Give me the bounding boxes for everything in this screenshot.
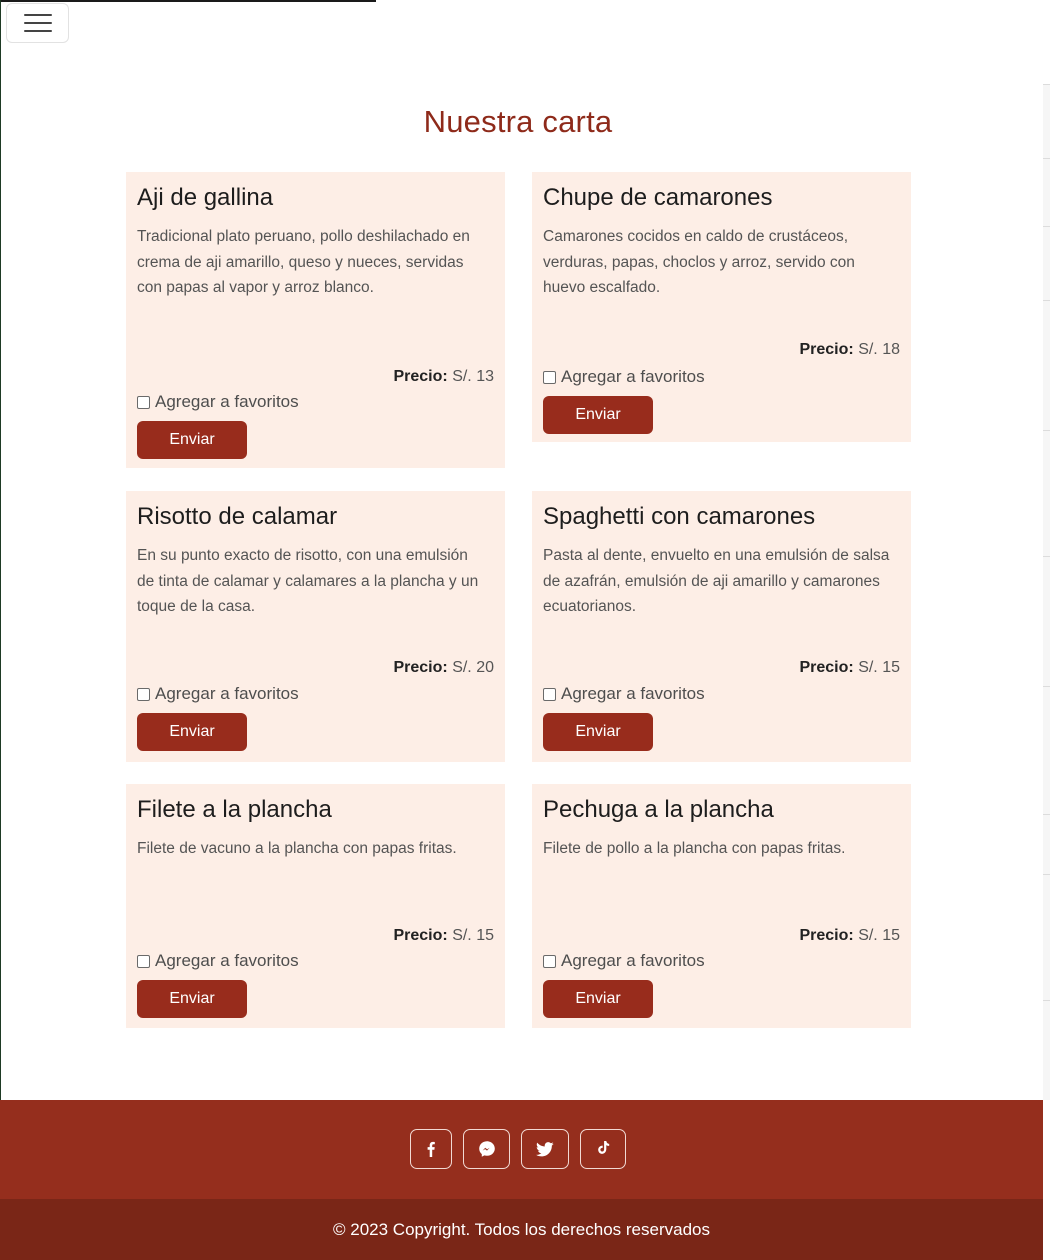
- send-button[interactable]: Enviar: [137, 980, 247, 1018]
- checkbox-box[interactable]: [543, 954, 556, 968]
- price-value: S/. 18: [858, 341, 900, 358]
- dish-description: En su punto exacto de risotto, con una e…: [137, 547, 479, 615]
- checkbox-box[interactable]: [137, 687, 150, 701]
- twitter-icon: [536, 1141, 554, 1156]
- favorite-label: Agregar a favoritos: [155, 684, 299, 703]
- dish-price: Precio: S/. 13: [393, 368, 494, 386]
- send-button[interactable]: Enviar: [137, 421, 247, 459]
- dish-price: Precio: S/. 20: [393, 659, 494, 677]
- menu-card: Aji de gallina Tradicional plato peruano…: [126, 172, 505, 468]
- dish-description: Pasta al dente, envuelto en una emulsión…: [543, 547, 890, 615]
- tiktok-button[interactable]: [580, 1129, 626, 1169]
- footer-social-bar: [0, 1100, 1043, 1199]
- favorite-checkbox[interactable]: Agregar a favoritos: [543, 951, 705, 971]
- price-value: S/. 13: [452, 368, 494, 385]
- dish-description: Camarones cocidos en caldo de crustáceos…: [543, 228, 855, 296]
- twitter-button[interactable]: [521, 1129, 569, 1169]
- menu-card: Spaghetti con camarones Pasta al dente, …: [532, 491, 911, 762]
- send-button[interactable]: Enviar: [137, 713, 247, 751]
- favorite-label: Agregar a favoritos: [155, 392, 299, 411]
- send-button[interactable]: Enviar: [543, 980, 653, 1018]
- price-value: S/. 20: [452, 659, 494, 676]
- dish-description: Filete de pollo a la plancha con papas f…: [543, 840, 846, 857]
- price-label: Precio:: [393, 659, 448, 676]
- favorite-checkbox[interactable]: Agregar a favoritos: [137, 392, 299, 412]
- dish-name: Chupe de camarones: [543, 184, 773, 211]
- checkbox-box[interactable]: [543, 370, 556, 384]
- favorite-label: Agregar a favoritos: [561, 367, 705, 386]
- dish-price: Precio: S/. 15: [393, 927, 494, 945]
- messenger-button[interactable]: [463, 1129, 510, 1169]
- favorite-checkbox[interactable]: Agregar a favoritos: [543, 367, 705, 387]
- price-label: Precio:: [393, 927, 448, 944]
- facebook-button[interactable]: [410, 1129, 452, 1169]
- menu-card: Risotto de calamar En su punto exacto de…: [126, 491, 505, 762]
- top-border-line: [0, 0, 376, 2]
- tiktok-icon: [598, 1141, 610, 1154]
- facebook-icon: [427, 1141, 435, 1157]
- price-label: Precio:: [799, 659, 854, 676]
- favorite-checkbox[interactable]: Agregar a favoritos: [137, 951, 299, 971]
- price-value: S/. 15: [858, 659, 900, 676]
- checkbox-box[interactable]: [137, 954, 150, 968]
- page-title: Nuestra carta: [423, 104, 613, 139]
- price-label: Precio:: [393, 368, 448, 385]
- dish-name: Risotto de calamar: [137, 503, 338, 530]
- hamburger-icon: [23, 14, 52, 16]
- dish-name: Filete a la plancha: [137, 796, 332, 823]
- price-value: S/. 15: [858, 927, 900, 944]
- checkbox-box[interactable]: [137, 395, 150, 409]
- left-border-line: [0, 0, 1, 1100]
- favorite-checkbox[interactable]: Agregar a favoritos: [137, 684, 299, 704]
- checkbox-box[interactable]: [543, 687, 556, 701]
- copyright-text: © 2023 Copyright. Todos los derechos res…: [333, 1219, 710, 1239]
- copyright-bar: © 2023 Copyright. Todos los derechos res…: [0, 1199, 1043, 1260]
- favorite-label: Agregar a favoritos: [155, 951, 299, 970]
- dish-name: Pechuga a la plancha: [543, 796, 774, 823]
- dish-price: Precio: S/. 15: [799, 659, 900, 677]
- favorite-checkbox[interactable]: Agregar a favoritos: [543, 684, 705, 704]
- price-label: Precio:: [799, 927, 854, 944]
- dish-description: Filete de vacuno a la plancha con papas …: [137, 840, 457, 857]
- dish-description: Tradicional plato peruano, pollo deshila…: [137, 228, 470, 296]
- dish-price: Precio: S/. 15: [799, 927, 900, 945]
- favorite-label: Agregar a favoritos: [561, 684, 705, 703]
- menu-toggle-button[interactable]: [6, 3, 69, 43]
- dish-name: Aji de gallina: [137, 184, 274, 211]
- menu-card: Chupe de camarones Camarones cocidos en …: [532, 172, 911, 442]
- favorite-label: Agregar a favoritos: [561, 951, 705, 970]
- dish-price: Precio: S/. 18: [799, 341, 900, 359]
- send-button[interactable]: Enviar: [543, 713, 653, 751]
- send-button[interactable]: Enviar: [543, 396, 653, 434]
- price-value: S/. 15: [452, 927, 494, 944]
- dish-name: Spaghetti con camarones: [543, 503, 816, 530]
- menu-card: Pechuga a la plancha Filete de pollo a l…: [532, 784, 911, 1028]
- messenger-icon: [478, 1141, 495, 1157]
- menu-card: Filete a la plancha Filete de vacuno a l…: [126, 784, 505, 1028]
- price-label: Precio:: [799, 341, 854, 358]
- scrollbar-track[interactable]: [1043, 84, 1050, 1100]
